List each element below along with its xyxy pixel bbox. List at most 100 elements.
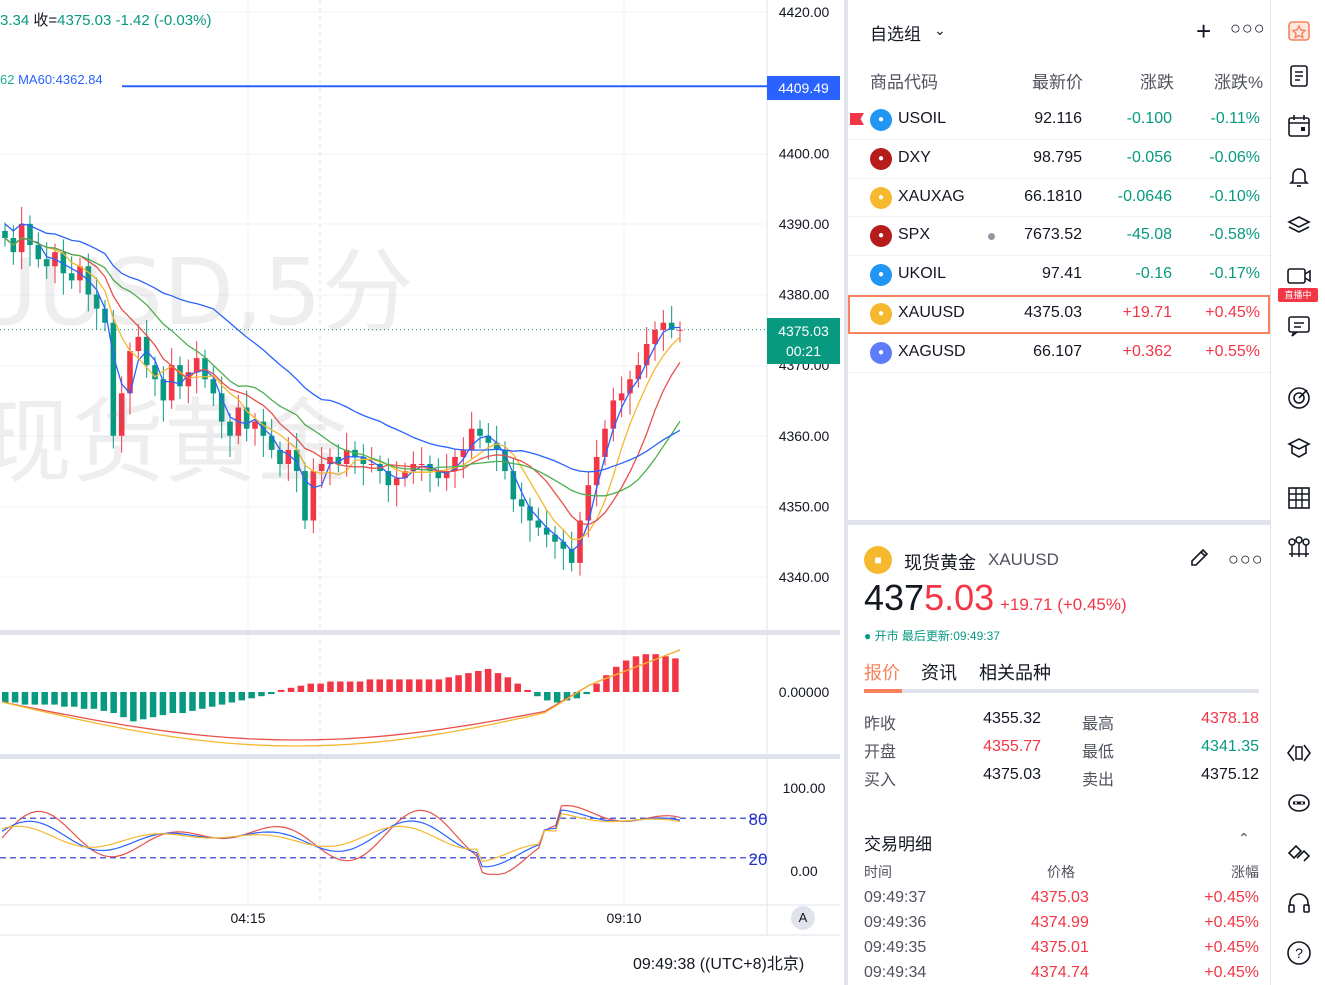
col-change-pct[interactable]: 涨跌% — [1214, 68, 1263, 93]
col-change[interactable]: 涨跌 — [1140, 68, 1174, 93]
trade-change: +0.45% — [1204, 964, 1259, 981]
row-change-pct: +0.45% — [1205, 303, 1260, 321]
tab-indicator — [864, 689, 902, 693]
add-symbol-button[interactable]: + — [1196, 16, 1211, 47]
watchlist-icon[interactable] — [1281, 12, 1317, 48]
watchlist-row[interactable]: ● USOIL 92.116 -0.100 -0.11% — [848, 101, 1270, 140]
alerts-icon-glyph — [1289, 168, 1309, 187]
row-last: 92.116 — [1034, 110, 1082, 127]
macd-bar — [337, 681, 344, 692]
macd-bar — [2, 692, 9, 703]
chat-icon[interactable] — [1281, 308, 1317, 344]
legend-close-label: 收= — [33, 12, 58, 29]
col-last[interactable]: 最新价 — [1032, 68, 1083, 93]
kdj-axis-label: 0.00 — [790, 863, 817, 879]
quote-value: 4355.32 — [983, 710, 1041, 727]
macd-bar — [189, 692, 196, 711]
row-change-pct: -0.11% — [1210, 110, 1260, 127]
tab-quote[interactable]: 报价 — [864, 659, 900, 685]
macd-bar — [435, 679, 443, 692]
tab-news[interactable]: 资讯 — [921, 659, 957, 685]
watchlist-row[interactable]: ● XAGUSD 66.107 +0.362 +0.55% — [848, 334, 1270, 373]
more-icon[interactable]: ○○○ — [1230, 18, 1266, 39]
news-icon[interactable] — [1281, 58, 1317, 94]
trade-change: +0.45% — [1204, 914, 1259, 931]
robot-icon[interactable] — [1281, 785, 1317, 821]
code-icon[interactable] — [1281, 735, 1317, 771]
network-icon[interactable] — [1281, 530, 1317, 566]
target-icon[interactable] — [1281, 380, 1317, 416]
quote-value: 4375.03 — [983, 766, 1041, 783]
candle-body — [602, 428, 608, 457]
trade-time: 09:49:37 — [864, 889, 927, 906]
trade-time: 09:49:35 — [864, 939, 927, 956]
watermark-symbol: UUSD,5分 — [0, 239, 414, 346]
macd-bar — [553, 692, 561, 703]
edit-icon[interactable] — [1188, 545, 1212, 569]
macd-bar — [130, 692, 137, 722]
candle-body — [468, 428, 475, 450]
details-code: XAUUSD — [988, 550, 1059, 569]
time-axis-label: 09:10 — [606, 910, 641, 926]
help-icon[interactable]: ? — [1281, 935, 1317, 971]
education-icon[interactable] — [1281, 430, 1317, 466]
macd-bar — [504, 677, 512, 692]
row-change: -0.100 — [1126, 110, 1172, 127]
target-icon-glyph — [1288, 387, 1310, 409]
col-symbol[interactable]: 商品代码 — [870, 68, 938, 93]
watchlist-title[interactable]: 自选组 — [870, 20, 921, 45]
trade-row: 09:49:35 4375.01 +0.45% — [864, 937, 1259, 962]
row-last: 4375.03 — [1024, 303, 1082, 321]
live-badge[interactable]: 直播中 — [1278, 288, 1318, 302]
macd-bar — [70, 692, 78, 707]
last-price-tag: 4375.03 00:21 — [767, 318, 840, 364]
quote-label: 最高 — [1082, 716, 1115, 733]
chevron-down-icon[interactable]: ⌄ — [934, 22, 946, 39]
trade-price: 4374.99 — [1031, 914, 1089, 931]
macd-bar — [238, 692, 246, 701]
watchlist-row[interactable]: ● DXY 98.795 -0.056 -0.06% — [848, 140, 1270, 179]
legend-change-pct: (-0.03%) — [153, 12, 212, 29]
price-axis-label: 4360.00 — [779, 428, 830, 444]
last-price-value: 4375.03 — [778, 323, 829, 339]
trade-time: 09:49:36 — [864, 914, 927, 931]
more-icon[interactable]: ○○○ — [1228, 549, 1264, 570]
oil-icon: ● — [870, 264, 892, 287]
tab-related[interactable]: 相关品种 — [979, 659, 1051, 685]
macd-bar — [455, 675, 462, 692]
calendar-icon-glyph — [1288, 115, 1310, 137]
calendar-icon[interactable] — [1281, 108, 1317, 144]
watchlist-row[interactable]: ● XAUUSD 4375.03 +19.71 +0.45% — [848, 294, 1270, 334]
table-icon-glyph — [1288, 487, 1310, 509]
quote-value: 4355.77 — [983, 738, 1041, 755]
watchlist-row[interactable]: ● XAUXAG 66.1810 -0.0646 -0.10% — [848, 179, 1270, 218]
chart-area[interactable]: 4420.00 4400.00 4390.00 4380.00 4370.00 4360.… — [0, 0, 840, 985]
flag-icon[interactable] — [850, 113, 864, 125]
layers-icon[interactable] — [1281, 208, 1317, 244]
macd-bar — [327, 681, 334, 692]
row-last: 7673.52 — [1024, 226, 1082, 244]
details-price-head: 437 — [864, 577, 925, 618]
watchlist-row[interactable]: ● SPX 7673.52 -45.08 -0.58% — [848, 217, 1270, 257]
macd-bar — [199, 692, 206, 709]
table-icon[interactable] — [1281, 480, 1317, 516]
row-change: +19.71 — [1122, 303, 1172, 321]
handshake-icon[interactable] — [1281, 835, 1317, 871]
macd-bar — [90, 692, 98, 709]
auto-scale-button[interactable]: A — [791, 906, 815, 930]
quote-label: 开盘 — [864, 744, 897, 761]
macd-bar — [258, 692, 265, 697]
watchlist-row[interactable]: ● UKOIL 97.41 -0.16 -0.17% — [848, 256, 1270, 295]
alerts-icon[interactable] — [1281, 158, 1317, 194]
trade-price: 4374.74 — [1031, 964, 1089, 981]
chevron-up-icon[interactable]: ⌃ — [1238, 830, 1250, 847]
row-change: -0.0646 — [1117, 187, 1172, 205]
row-symbol: UKOIL — [898, 265, 947, 283]
legend-change: -1.42 — [115, 12, 150, 29]
headset-icon[interactable] — [1281, 885, 1317, 921]
chart-clock[interactable]: 09:49:38 ((UTC+8)北京) — [633, 950, 804, 974]
trades-title[interactable]: 交易明细 — [864, 830, 932, 855]
row-change-pct: -0.58% — [1209, 226, 1260, 244]
silver-icon: ● — [870, 341, 892, 364]
macd-bar — [622, 660, 630, 692]
